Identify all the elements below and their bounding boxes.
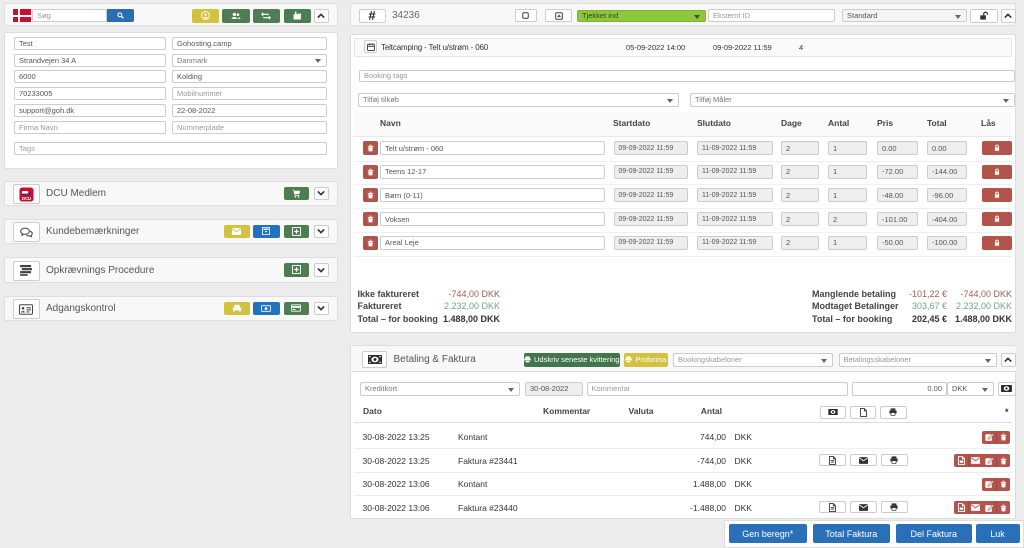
svg-text:DCU: DCU: [21, 195, 30, 200]
